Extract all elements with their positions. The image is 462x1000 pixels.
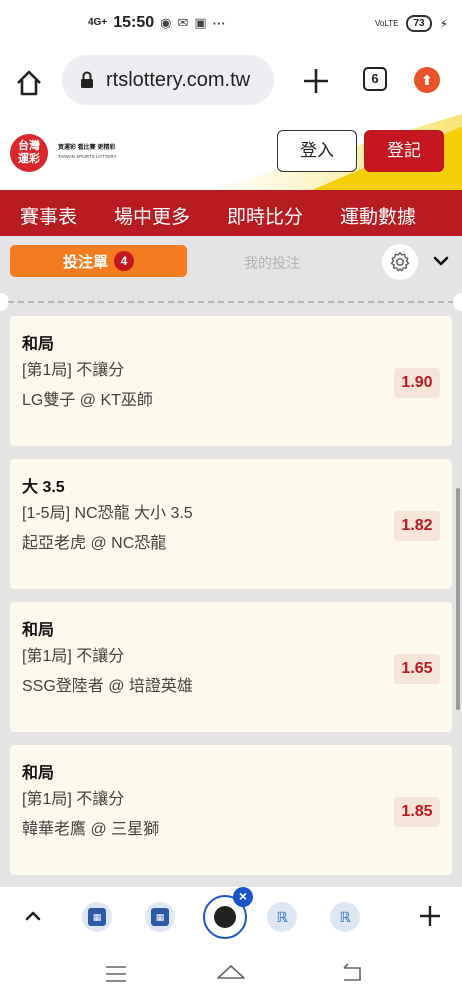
close-tab-button[interactable]: × xyxy=(233,887,253,907)
selection-match: 韓華老鷹 @ 三星獅 xyxy=(22,821,160,838)
selection-title: 和局 xyxy=(22,765,55,782)
bet-selection-card[interactable]: 大 3.5 [1-5局] NC恐龍 大小 3.5 起亞老虎 @ NC恐龍 1.8… xyxy=(10,459,452,589)
collapse-button[interactable] xyxy=(432,252,450,270)
selection-odds: 1.85 xyxy=(394,797,440,827)
register-button[interactable]: 登記 xyxy=(364,130,444,172)
arrow-up-icon: ⬆ xyxy=(421,72,433,88)
tab-bet-slip-label: 投注單 xyxy=(62,253,108,271)
new-tab-strip-button[interactable] xyxy=(418,897,442,937)
selection-match: LG雙子 @ KT巫師 xyxy=(22,392,153,409)
settings-button[interactable] xyxy=(382,244,418,280)
site-header: 台灣 運彩 買運彩 看比賽 更精彩 TAIWAN SPORTS LOTTERY … xyxy=(0,114,462,190)
nav-item-live-scores[interactable]: 即時比分 xyxy=(227,202,303,229)
tab-favicon[interactable]: ▦ xyxy=(145,902,175,932)
logo-subtitle: TAIWAN SPORTS LOTTERY xyxy=(58,154,117,159)
game-favicon-icon: ▦ xyxy=(151,908,169,926)
nav-item-live-more[interactable]: 場中更多 xyxy=(114,202,190,229)
login-button[interactable]: 登入 xyxy=(277,130,357,172)
ticket-divider xyxy=(0,292,462,312)
tab-favicon[interactable]: ▦ xyxy=(82,902,112,932)
status-left: 4G+ 15:50 ◉ ✉ ▣ ··· xyxy=(88,14,226,32)
site-favicon-icon xyxy=(214,906,236,928)
dashed-divider xyxy=(8,301,454,303)
plus-icon xyxy=(304,69,328,93)
selection-match: SSG登陸者 @ 培證英雄 xyxy=(22,678,193,695)
tab-switcher-button[interactable]: 6 xyxy=(363,67,387,91)
ticket-notch-right xyxy=(453,293,462,311)
battery-indicator: 73 xyxy=(406,15,432,32)
gear-icon xyxy=(390,251,410,272)
selection-market: [第1局] 不讓分 xyxy=(22,648,125,665)
update-button[interactable]: ⬆ xyxy=(414,67,440,93)
close-icon: × xyxy=(238,888,248,904)
selection-odds: 1.65 xyxy=(394,654,440,684)
browser-toolbar: rtslottery.com.tw 6 ⬆ xyxy=(0,52,462,114)
bet-slip-tabs: 投注單 4 我的投注 xyxy=(0,236,462,292)
selection-odds: 1.82 xyxy=(394,511,440,541)
selection-title: 和局 xyxy=(22,336,55,353)
bet-selection-card[interactable]: 和局 [第1局] 不讓分 韓華老鷹 @ 三星獅 1.85 xyxy=(10,745,452,875)
new-tab-button[interactable] xyxy=(298,60,334,102)
selection-title: 和局 xyxy=(22,622,55,639)
r-favicon-icon: ℝ xyxy=(276,908,288,925)
address-bar[interactable]: rtslottery.com.tw xyxy=(62,55,274,105)
home-icon xyxy=(17,70,41,96)
charging-icon: ⚡ xyxy=(439,16,448,31)
logo-tagline: 買運彩 看比賽 更精彩 TAIWAN SPORTS LOTTERY xyxy=(58,142,148,159)
network-indicator: 4G+ xyxy=(88,17,108,28)
lock-icon xyxy=(81,71,93,88)
tab-bet-slip[interactable]: 投注單 4 xyxy=(10,245,187,277)
tab-favicon[interactable]: ℝ xyxy=(267,902,297,932)
logo-slogan: 買運彩 看比賽 更精彩 xyxy=(58,145,116,151)
r-favicon-icon: ℝ xyxy=(339,908,351,925)
scrollbar[interactable] xyxy=(456,488,460,710)
nav-item-schedule[interactable]: 賽事表 xyxy=(20,202,77,229)
selection-title: 大 3.5 xyxy=(22,479,65,496)
game-favicon-icon: ▦ xyxy=(88,908,106,926)
home-nav-icon[interactable] xyxy=(216,962,246,984)
bet-slip-panel: 投注單 4 我的投注 和局 [第1局] 不讓分 LG雙子 @ KT巫師 1.90… xyxy=(0,236,462,886)
chat-notification-icon: ◉ xyxy=(160,15,172,30)
back-icon[interactable] xyxy=(340,962,364,984)
bet-selection-card[interactable]: 和局 [第1局] 不讓分 LG雙子 @ KT巫師 1.90 xyxy=(10,316,452,446)
clock: 15:50 xyxy=(113,14,155,31)
home-button[interactable] xyxy=(14,68,44,98)
nav-item-sports-data[interactable]: 運動數據 xyxy=(340,202,416,229)
status-bar: 4G+ 15:50 ◉ ✉ ▣ ··· VoLTE 73 ⚡ xyxy=(0,0,462,52)
site-logo[interactable]: 台灣 運彩 xyxy=(10,134,48,172)
volte-indicator: VoLTE xyxy=(375,18,399,28)
main-nav: 賽事表 場中更多 即時比分 運動數據 xyxy=(0,190,462,236)
system-navigation-bar xyxy=(0,948,462,1000)
expand-tabs-button[interactable] xyxy=(22,905,44,927)
selection-market: [1-5局] NC恐龍 大小 3.5 xyxy=(22,505,193,522)
status-right: VoLTE 73 ⚡ xyxy=(375,15,448,32)
chevron-down-icon xyxy=(433,256,449,266)
plus-icon xyxy=(420,906,440,926)
url-text: rtslottery.com.tw xyxy=(106,68,251,91)
tab-favicon[interactable]: ℝ xyxy=(330,902,360,932)
chevron-up-icon xyxy=(25,911,41,921)
tab-my-bets[interactable]: 我的投注 xyxy=(244,253,300,273)
selection-odds: 1.90 xyxy=(394,368,440,398)
more-notifications: ··· xyxy=(212,15,226,31)
instagram-notification-icon: ▣ xyxy=(194,15,207,30)
tab-strip: ▦ ▦ × ℝ ℝ xyxy=(0,886,462,948)
recent-apps-icon[interactable] xyxy=(104,964,128,984)
bet-selection-card[interactable]: 和局 [第1局] 不讓分 SSG登陸者 @ 培證英雄 1.65 xyxy=(10,602,452,732)
bet-count-badge: 4 xyxy=(114,251,134,271)
mail-notification-icon: ✉ xyxy=(177,15,189,30)
selection-match: 起亞老虎 @ NC恐龍 xyxy=(22,535,167,552)
selection-market: [第1局] 不讓分 xyxy=(22,791,125,808)
selection-market: [第1局] 不讓分 xyxy=(22,362,125,379)
